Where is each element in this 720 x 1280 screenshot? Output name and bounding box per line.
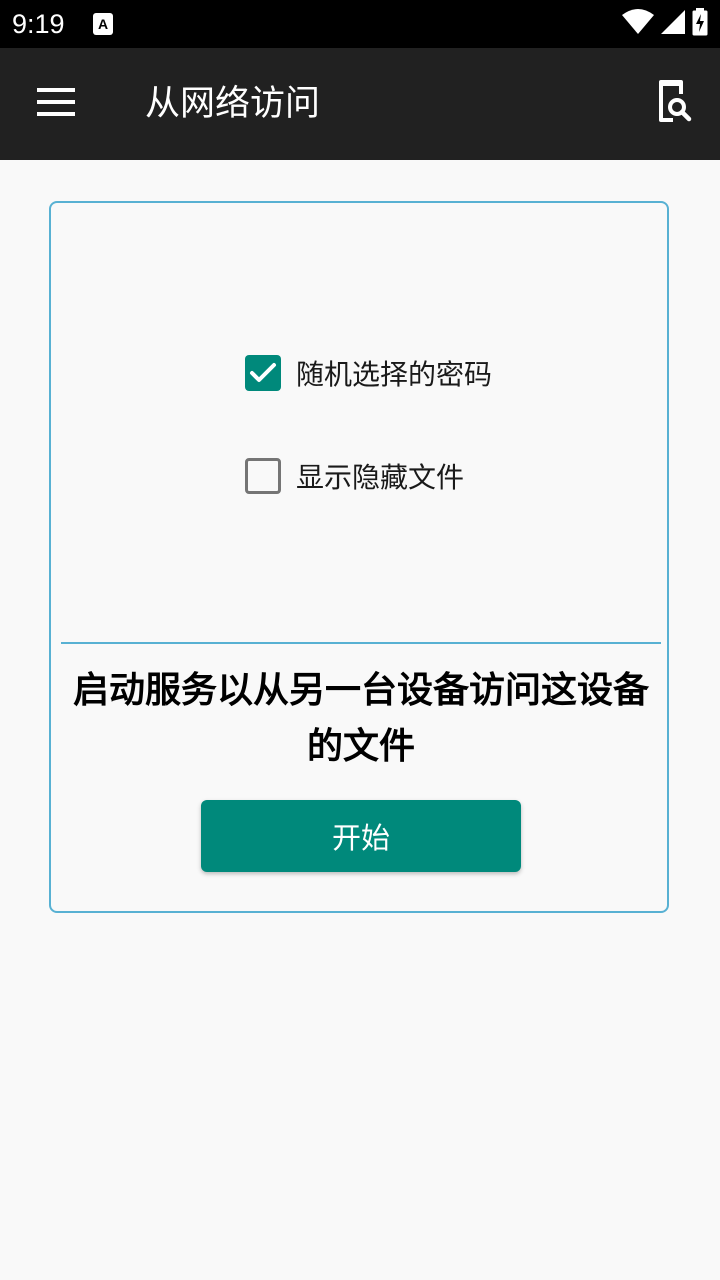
check-icon: [250, 363, 276, 382]
random-password-checkbox[interactable]: [245, 355, 281, 391]
show-hidden-files-option[interactable]: 显示隐藏文件: [245, 456, 464, 496]
service-message: 启动服务以从另一台设备访问这设备的文件: [72, 670, 649, 767]
divider: [61, 642, 661, 644]
wifi-icon: [622, 9, 654, 39]
show-hidden-files-checkbox[interactable]: [245, 458, 281, 494]
show-hidden-files-label: 显示隐藏文件: [296, 461, 465, 494]
status-bar: 9:19 A: [0, 0, 720, 48]
signal-icon: [660, 9, 686, 39]
app-bar: 从网络访问: [0, 48, 720, 160]
menu-icon: [37, 88, 75, 120]
notification-a-icon: A: [93, 13, 113, 35]
device-search-icon: [656, 80, 692, 128]
svg-text:A: A: [98, 16, 108, 32]
device-search-button[interactable]: [646, 76, 702, 132]
start-button[interactable]: 开始: [201, 800, 521, 872]
status-time: 9:19: [12, 9, 65, 39]
network-access-card: 随机选择的密码 显示隐藏文件 启动服务以从另一台设备访问这设备的文件 开始: [49, 201, 669, 913]
status-icons: [622, 8, 708, 40]
random-password-label: 随机选择的密码: [296, 358, 493, 391]
battery-charging-icon: [692, 8, 708, 40]
page-title: 从网络访问: [145, 84, 321, 124]
random-password-option[interactable]: 随机选择的密码: [245, 353, 492, 393]
menu-button[interactable]: [28, 76, 84, 132]
